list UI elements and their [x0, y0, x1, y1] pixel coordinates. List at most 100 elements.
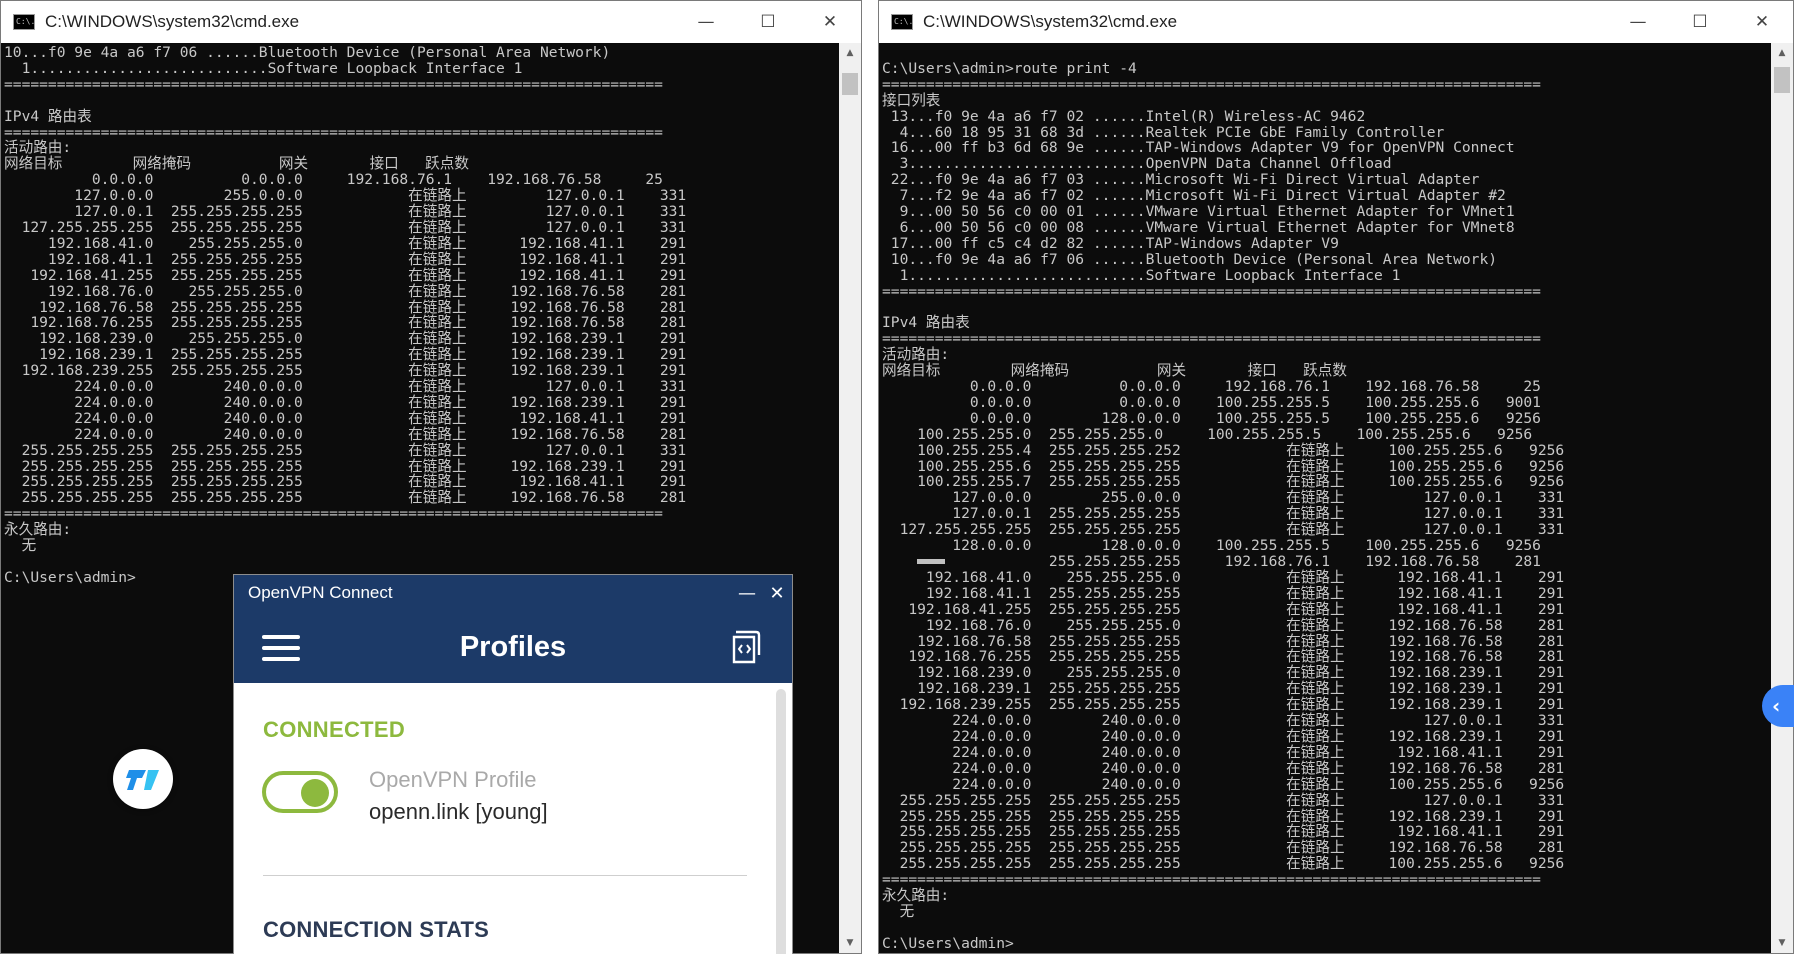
console-line: 192.168.239.255 255.255.255.255 在链路上 192…	[882, 696, 1565, 714]
profile-name[interactable]: OpenVPN Profile	[369, 767, 537, 793]
console-line: 10...f0 9e 4a a6 f7 06 ......Bluetooth D…	[4, 44, 611, 61]
console-line: 192.168.41.1 255.255.255.255 在链路上 192.16…	[882, 584, 1565, 602]
text-selection-marker	[917, 559, 945, 564]
console-line: ========================================…	[4, 75, 663, 93]
console-line: 127.255.255.255 255.255.255.255 在链路上 127…	[4, 218, 687, 236]
console-output[interactable]: C:\Users\admin>route print -4 ===========…	[879, 43, 1771, 953]
console-line: 192.168.239.1 255.255.255.255 在链路上 192.1…	[4, 346, 687, 364]
console-line: 无	[4, 537, 37, 555]
console-line: 活动路由:	[4, 139, 72, 157]
console-line: 127.0.0.1 255.255.255.255 在链路上 127.0.0.1…	[4, 203, 687, 221]
console-line: 1...........................Software Loo…	[882, 266, 1401, 284]
console-line: 255.255.255.255 255.255.255.255 在链路上 192…	[882, 839, 1565, 857]
console-line: 16...00 ff b3 6d 68 9e ......TAP-Windows…	[882, 139, 1515, 157]
console-line: 224.0.0.0 240.0.0.0 在链路上 100.255.255.6 9…	[882, 775, 1565, 793]
scroll-down-arrow-icon[interactable]: ▼	[1771, 933, 1793, 953]
scroll-thumb[interactable]	[842, 73, 858, 95]
openvpn-minimize-button[interactable]: —	[732, 583, 762, 604]
console-line: 100.255.255.4 255.255.255.252 在链路上 100.2…	[882, 441, 1565, 459]
console-line: 活动路由:	[882, 346, 950, 364]
console-line: ========================================…	[882, 75, 1541, 93]
profile-server[interactable]: openn.link [young]	[369, 799, 548, 825]
console-line: 224.0.0.0 240.0.0.0 在链路上 192.168.76.58 2…	[4, 425, 687, 443]
console-line: 192.168.239.0 255.255.255.0 在链路上 192.168…	[882, 664, 1565, 682]
console-line: 224.0.0.0 240.0.0.0 在链路上 192.168.239.1 2…	[882, 727, 1565, 745]
console-line: ========================================…	[4, 123, 663, 141]
console-line: 6...00 50 56 c0 00 08 ......VMware Virtu…	[882, 218, 1515, 236]
console-line: 0.0.0.0 0.0.0.0 192.168.76.1 192.168.76.…	[4, 171, 663, 189]
console-line: 3...........................OpenVPN Data…	[882, 155, 1392, 173]
console-line: ========================================…	[882, 330, 1541, 348]
console-line: 255.255.255.255 255.255.255.255 在链路上 127…	[882, 791, 1565, 809]
logo-mark-icon	[126, 770, 159, 790]
toggle-knob	[301, 779, 329, 807]
panel-scrollbar[interactable]	[776, 689, 786, 954]
window-title: C:\WINDOWS\system32\cmd.exe	[923, 12, 1178, 31]
openvpn-close-button[interactable]: ✕	[762, 583, 792, 604]
page-title: Profiles	[459, 630, 567, 663]
title-bar[interactable]: C:\. C:\WINDOWS\system32\cmd.exe — ☐ ✕	[879, 1, 1793, 43]
console-line: 127.255.255.255 255.255.255.255 在链路上 127…	[882, 521, 1565, 539]
close-button[interactable]: ✕	[1731, 1, 1793, 43]
console-line: 100.255.255.0 255.255.255.0 100.255.255.…	[882, 425, 1533, 443]
scroll-thumb[interactable]	[1774, 67, 1790, 93]
console-line: 255.255.255.255 255.255.255.255 在链路上 192…	[882, 823, 1565, 841]
maximize-button[interactable]: ☐	[737, 1, 799, 43]
console-line: 127.0.0.0 255.0.0.0 在链路上 127.0.0.1 331	[882, 489, 1565, 507]
console-line: 127.0.0.0 255.0.0.0 在链路上 127.0.0.1 331	[4, 187, 687, 205]
title-bar[interactable]: C:\. C:\WINDOWS\system32\cmd.exe — ☐ ✕	[1, 1, 861, 43]
maximize-button[interactable]: ☐	[1669, 1, 1731, 43]
console-line: 1...........................Software Loo…	[4, 59, 523, 77]
openvpn-window-title: OpenVPN Connect	[248, 583, 393, 602]
console-line: 224.0.0.0 240.0.0.0 在链路上 192.168.239.1 2…	[4, 393, 687, 411]
scroll-down-arrow-icon[interactable]: ▼	[839, 933, 861, 953]
console-line: 网络目标 网络掩码 网关 接口 跃点数	[882, 362, 1347, 380]
window-controls: — ☐ ✕	[675, 1, 861, 43]
minimize-button[interactable]: —	[1607, 1, 1669, 43]
openvpn-title-bar[interactable]: OpenVPN Connect — ✕	[234, 575, 792, 611]
console-line: 192.168.76.0 255.255.255.0 在链路上 192.168.…	[4, 282, 687, 300]
console-line: 接口列表	[882, 91, 941, 109]
vertical-scrollbar[interactable]: ▲ ▼	[839, 43, 861, 953]
scroll-up-arrow-icon[interactable]: ▲	[839, 43, 861, 63]
connection-toggle[interactable]	[262, 771, 338, 813]
chevron-left-icon: ‹	[1772, 694, 1781, 718]
vertical-scrollbar[interactable]: ▲ ▼	[1771, 43, 1793, 953]
close-button[interactable]: ✕	[799, 1, 861, 43]
connection-status: CONNECTED	[263, 717, 406, 742]
window-title: C:\WINDOWS\system32\cmd.exe	[45, 12, 300, 31]
console-line: 192.168.239.255 255.255.255.255 在链路上 192…	[4, 362, 687, 380]
console-line: 255.255.255.255 255.255.255.255 在链路上 192…	[4, 489, 687, 507]
console-line: 10...f0 9e 4a a6 f7 06 ......Bluetooth D…	[882, 250, 1498, 268]
scroll-up-arrow-icon[interactable]: ▲	[1771, 43, 1793, 63]
hamburger-menu-icon[interactable]	[262, 635, 300, 661]
cmd-app-icon: C:\.	[13, 14, 35, 30]
console-line: 192.168.41.255 255.255.255.255 在链路上 192.…	[882, 600, 1565, 618]
openvpn-connect-window[interactable]: OpenVPN Connect — ✕ Profiles CONNECTED O…	[233, 574, 793, 954]
import-profile-icon[interactable]	[730, 629, 764, 665]
console-line: 0.0.0.0 128.0.0.0 100.255.255.5 100.255.…	[882, 409, 1541, 427]
console-line: 192.168.76.0 255.255.255.0 在链路上 192.168.…	[882, 616, 1565, 634]
console-line: 17...00 ff c5 c4 d2 82 ......TAP-Windows…	[882, 234, 1339, 252]
floating-app-logo-icon[interactable]	[113, 749, 173, 809]
console-line: 永久路由:	[4, 521, 72, 539]
console-line: 网络目标 网络掩码 网关 接口 跃点数	[4, 155, 469, 173]
console-line: 224.0.0.0 240.0.0.0 在链路上 192.168.41.1 29…	[882, 743, 1565, 761]
window-controls: — ☐ ✕	[1607, 1, 1793, 43]
console-line: 255.255.255.255 192.168.76.1 192.168.76.…	[882, 553, 1541, 570]
console-line: 192.168.41.0 255.255.255.0 在链路上 192.168.…	[882, 568, 1565, 586]
console-line: ========================================…	[882, 871, 1541, 889]
connection-stats-heading: CONNECTION STATS	[263, 917, 490, 942]
minimize-button[interactable]: —	[675, 1, 737, 43]
console-line: 无	[882, 902, 915, 920]
divider	[263, 875, 747, 876]
openvpn-header: Profiles	[234, 611, 792, 683]
console-line: 192.168.239.1 255.255.255.255 在链路上 192.1…	[882, 680, 1565, 698]
console-line: 22...f0 9e 4a a6 f7 03 ......Microsoft W…	[882, 171, 1480, 189]
cmd-window-right[interactable]: C:\. C:\WINDOWS\system32\cmd.exe — ☐ ✕ C…	[878, 0, 1794, 954]
console-line: 192.168.239.0 255.255.255.0 在链路上 192.168…	[4, 330, 687, 348]
console-line: 255.255.255.255 255.255.255.255 在链路上 100…	[882, 855, 1565, 873]
